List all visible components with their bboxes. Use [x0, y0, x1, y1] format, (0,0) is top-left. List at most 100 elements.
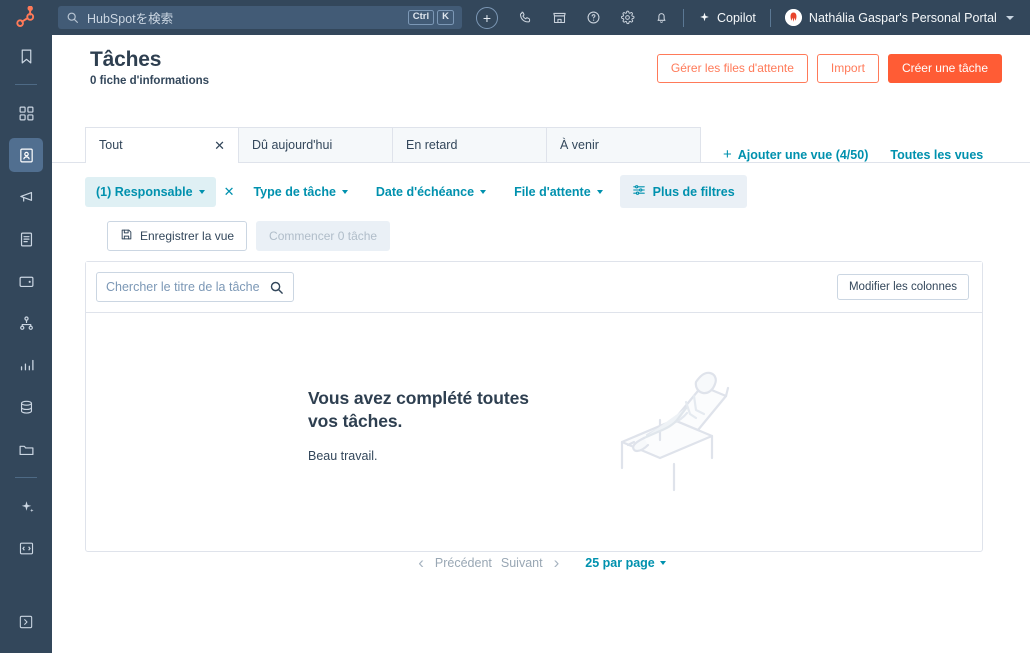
global-search-input[interactable]: HubSpotを検索 Ctrl K	[58, 6, 462, 29]
filter-type-de-tache[interactable]: Type de tâche	[242, 177, 358, 207]
marketing-icon	[18, 189, 35, 206]
hubspot-sprocket-logo-icon	[15, 6, 37, 30]
task-search-input[interactable]: Chercher le titre de la tâche	[96, 272, 294, 302]
sidebar-item-library[interactable]	[9, 432, 43, 466]
view-tabs: Tout ✕ Dû aujourd'hui En retard À venir …	[52, 127, 1030, 163]
workspaces-icon	[18, 105, 35, 122]
create-task-button[interactable]: Créer une tâche	[888, 54, 1002, 83]
copilot-button[interactable]: Copilot	[698, 11, 756, 25]
tab-tout[interactable]: Tout ✕	[85, 127, 239, 162]
plus-icon: +	[723, 147, 732, 162]
next-page-button[interactable]: Suivant	[501, 556, 543, 570]
tab-du-aujourdhui[interactable]: Dû aujourd'hui	[239, 127, 393, 162]
create-button[interactable]: +	[476, 7, 498, 29]
page-size-label: 25 par page	[585, 556, 654, 570]
filter-date-decheance[interactable]: Date d'échéance	[365, 177, 497, 207]
sidebar-item-reporting[interactable]	[9, 348, 43, 382]
page-header: Tâches 0 fiche d'informations Gérer les …	[52, 35, 1030, 93]
tab-label: À venir	[560, 138, 599, 152]
search-icon[interactable]	[269, 280, 284, 295]
sidebar-item-apps[interactable]	[9, 531, 43, 565]
top-navigation-bar: HubSpotを検索 Ctrl K +	[0, 0, 1030, 35]
chevron-down-icon	[480, 190, 486, 194]
close-icon[interactable]: ✕	[204, 139, 225, 152]
sidebar-divider-top	[15, 84, 37, 85]
sidebar-item-data-management[interactable]	[9, 390, 43, 424]
sidebar-item-content[interactable]	[9, 222, 43, 256]
manage-queues-button[interactable]: Gérer les files d'attente	[657, 54, 808, 83]
empty-state-text: Vous avez complété toutes vos tâches. Be…	[308, 387, 546, 463]
notifications-icon[interactable]	[654, 10, 669, 25]
sidebar-item-ai[interactable]	[9, 489, 43, 523]
more-filters-button[interactable]: Plus de filtres	[620, 175, 747, 208]
marketplace-icon[interactable]	[552, 10, 567, 25]
page-title: Tâches	[90, 48, 209, 72]
import-button[interactable]: Import	[817, 54, 879, 83]
empty-state-subtitle: Beau travail.	[308, 449, 546, 463]
filter-bar: (1) Responsable ✕ Type de tâche Date d'é…	[52, 175, 1030, 208]
chevron-left-icon[interactable]: ‹	[416, 554, 426, 571]
more-filters-label: Plus de filtres	[653, 185, 735, 199]
phone-icon[interactable]	[518, 10, 533, 25]
tab-label: Dû aujourd'hui	[252, 138, 332, 152]
filter-responsable[interactable]: (1) Responsable	[85, 177, 216, 207]
left-sidebar	[0, 0, 52, 653]
sparkle-icon	[698, 11, 711, 24]
start-tasks-button[interactable]: Commencer 0 tâche	[256, 221, 390, 251]
library-icon	[18, 441, 35, 458]
empty-state: Vous avez complété toutes vos tâches. Be…	[86, 313, 982, 551]
page-size-selector[interactable]: 25 par page	[585, 556, 665, 570]
sidebar-item-bookmark[interactable]	[9, 39, 43, 73]
sidebar-item-marketing[interactable]	[9, 180, 43, 214]
filter-label: Date d'échéance	[376, 185, 474, 199]
page-title-group: Tâches 0 fiche d'informations	[90, 48, 209, 87]
task-search-placeholder: Chercher le titre de la tâche	[106, 280, 264, 294]
edit-columns-button[interactable]: Modifier les colonnes	[837, 274, 969, 300]
tab-label: En retard	[406, 138, 457, 152]
apps-icon	[18, 540, 35, 557]
shortcut-letter-key: K	[437, 10, 454, 24]
search-icon	[66, 11, 79, 24]
filter-label: (1) Responsable	[96, 185, 193, 199]
sidebar-item-contacts[interactable]	[9, 138, 43, 172]
search-shortcut-hint: Ctrl K	[408, 10, 454, 24]
ai-sparkle-icon	[18, 498, 35, 515]
copilot-label: Copilot	[717, 11, 756, 25]
person-relaxing-on-lounge-chair-illustration	[600, 350, 760, 500]
filter-file-dattente[interactable]: File d'attente	[503, 177, 614, 207]
chevron-down-icon	[342, 190, 348, 194]
view-tab-links: + Ajouter une vue (4/50) Toutes les vues	[723, 147, 983, 162]
sidebar-item-workspaces[interactable]	[9, 96, 43, 130]
sidebar-item-automation[interactable]	[9, 306, 43, 340]
all-views-link[interactable]: Toutes les vues	[890, 148, 983, 162]
add-view-button[interactable]: + Ajouter une vue (4/50)	[723, 147, 868, 162]
help-icon[interactable]	[586, 10, 601, 25]
hubspot-logo-button[interactable]	[0, 0, 52, 35]
bookmark-icon	[18, 48, 35, 65]
page-header-actions: Gérer les files d'attente Import Créer u…	[657, 54, 1002, 83]
tasks-table-card: Chercher le titre de la tâche Modifier l…	[85, 261, 983, 552]
table-toolbar: Chercher le titre de la tâche Modifier l…	[86, 262, 982, 313]
sidebar-expand-button[interactable]	[9, 605, 43, 639]
sidebar-divider-bottom	[15, 477, 37, 478]
pagination: ‹ Précédent Suivant › 25 par page	[52, 554, 1030, 571]
sidebar-item-commerce[interactable]	[9, 264, 43, 298]
save-view-label: Enregistrer la vue	[140, 229, 234, 243]
topnav-divider-2	[770, 9, 771, 27]
filter-label: Type de tâche	[253, 185, 335, 199]
previous-page-button[interactable]: Précédent	[435, 556, 492, 570]
chevron-down-icon	[660, 561, 666, 565]
settings-icon[interactable]	[620, 10, 635, 25]
add-view-label: Ajouter une vue (4/50)	[738, 148, 869, 162]
chevron-right-icon[interactable]: ›	[552, 554, 562, 571]
topnav-icon-group	[518, 10, 669, 25]
clear-filter-responsable-icon[interactable]: ✕	[222, 185, 237, 198]
portal-menu[interactable]: Nathália Gaspar's Personal Portal	[785, 9, 1014, 26]
tab-a-venir[interactable]: À venir	[547, 127, 701, 162]
reporting-icon	[18, 357, 35, 374]
avatar	[785, 9, 802, 26]
tab-en-retard[interactable]: En retard	[393, 127, 547, 162]
contacts-icon	[18, 147, 35, 164]
save-view-button[interactable]: Enregistrer la vue	[107, 221, 247, 251]
global-search-placeholder: HubSpotを検索	[87, 8, 173, 27]
